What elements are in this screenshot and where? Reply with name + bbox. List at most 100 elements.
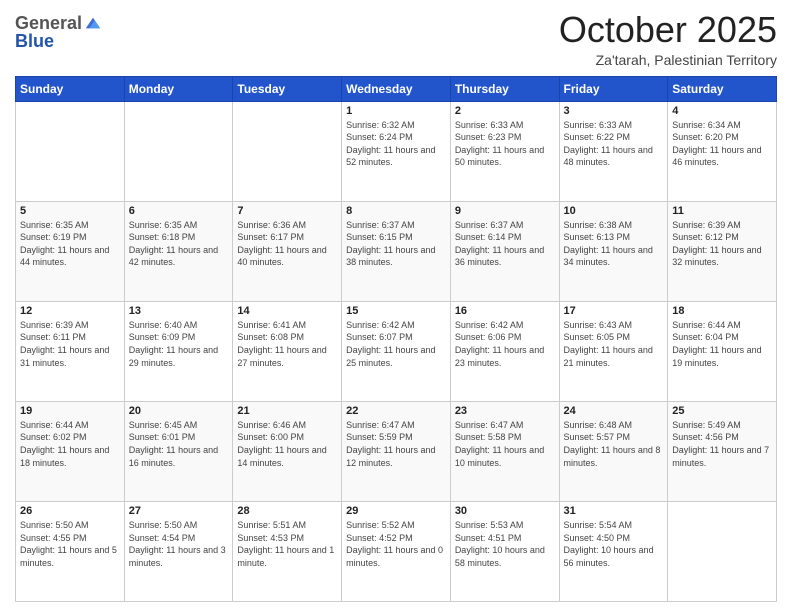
day-info: Sunrise: 6:47 AM Sunset: 5:58 PM Dayligh…: [455, 419, 555, 469]
day-number: 21: [237, 405, 337, 417]
calendar-week-row: 12Sunrise: 6:39 AM Sunset: 6:11 PM Dayli…: [16, 301, 777, 401]
day-info: Sunrise: 6:46 AM Sunset: 6:00 PM Dayligh…: [237, 419, 337, 469]
calendar-cell: [16, 101, 125, 201]
day-number: 20: [129, 405, 229, 417]
calendar-cell: 18Sunrise: 6:44 AM Sunset: 6:04 PM Dayli…: [668, 301, 777, 401]
calendar-cell: 15 Sunrise: 6:42 AM Sunset: 6:07 PM Dayli…: [342, 301, 451, 401]
day-number: 28: [237, 505, 337, 517]
calendar-cell: 13 Sunrise: 6:40 AM Sunset: 6:09 PM Dayli…: [124, 301, 233, 401]
day-info: Sunrise: 6:37 AM Sunset: 6:14 PM Dayligh…: [455, 219, 555, 269]
calendar-cell: 17 Sunrise: 6:43 AM Sunset: 6:05 PM Dayli…: [559, 301, 668, 401]
day-info: Sunrise: 6:40 AM Sunset: 6:09 PM Dayligh…: [129, 319, 229, 369]
day-number: 15: [346, 305, 446, 317]
day-info: Sunrise: 6:42 AM Sunset: 6:07 PM Dayligh…: [346, 319, 446, 369]
calendar-cell: 5Sunrise: 6:35 AM Sunset: 6:19 PM Daylig…: [16, 201, 125, 301]
calendar-cell: [668, 501, 777, 601]
calendar-cell: 12Sunrise: 6:39 AM Sunset: 6:11 PM Dayli…: [16, 301, 125, 401]
calendar-day-header: Thursday: [450, 76, 559, 101]
logo-general: General: [15, 14, 82, 32]
calendar-cell: [124, 101, 233, 201]
day-info: Sunrise: 6:39 AM Sunset: 6:12 PM Dayligh…: [672, 219, 772, 269]
day-number: 26: [20, 505, 120, 517]
day-info: Sunrise: 6:33 AM Sunset: 6:23 PM Dayligh…: [455, 119, 555, 169]
calendar-cell: 31 Sunrise: 5:54 AM Sunset: 4:50 PM Dayli…: [559, 501, 668, 601]
day-number: 12: [20, 305, 120, 317]
day-info: Sunrise: 6:38 AM Sunset: 6:13 PM Dayligh…: [564, 219, 664, 269]
day-number: 23: [455, 405, 555, 417]
calendar-week-row: 5Sunrise: 6:35 AM Sunset: 6:19 PM Daylig…: [16, 201, 777, 301]
calendar-cell: 4Sunrise: 6:34 AM Sunset: 6:20 PM Daylig…: [668, 101, 777, 201]
day-number: 9: [455, 205, 555, 217]
day-info: Sunrise: 5:54 AM Sunset: 4:50 PM Dayligh…: [564, 519, 664, 569]
day-number: 7: [237, 205, 337, 217]
calendar-cell: 20 Sunrise: 6:45 AM Sunset: 6:01 PM Dayli…: [124, 401, 233, 501]
header: General Blue October 2025 Za'tarah, Pale…: [15, 10, 777, 68]
logo-blue: Blue: [15, 31, 54, 51]
calendar-cell: 30 Sunrise: 5:53 AM Sunset: 4:51 PM Dayli…: [450, 501, 559, 601]
calendar-table: SundayMondayTuesdayWednesdayThursdayFrid…: [15, 76, 777, 602]
calendar-day-header: Saturday: [668, 76, 777, 101]
day-info: Sunrise: 6:35 AM Sunset: 6:18 PM Dayligh…: [129, 219, 229, 269]
calendar-cell: 28 Sunrise: 5:51 AM Sunset: 4:53 PM Dayli…: [233, 501, 342, 601]
day-number: 11: [672, 205, 772, 217]
logo: General Blue: [15, 14, 102, 52]
calendar-cell: 9 Sunrise: 6:37 AM Sunset: 6:14 PM Daylig…: [450, 201, 559, 301]
day-number: 17: [564, 305, 664, 317]
day-info: Sunrise: 6:41 AM Sunset: 6:08 PM Dayligh…: [237, 319, 337, 369]
calendar-cell: 6 Sunrise: 6:35 AM Sunset: 6:18 PM Daylig…: [124, 201, 233, 301]
day-number: 8: [346, 205, 446, 217]
day-info: Sunrise: 5:53 AM Sunset: 4:51 PM Dayligh…: [455, 519, 555, 569]
calendar-day-header: Sunday: [16, 76, 125, 101]
calendar-cell: 19Sunrise: 6:44 AM Sunset: 6:02 PM Dayli…: [16, 401, 125, 501]
calendar-day-header: Monday: [124, 76, 233, 101]
day-number: 13: [129, 305, 229, 317]
calendar-day-header: Wednesday: [342, 76, 451, 101]
day-number: 2: [455, 105, 555, 117]
day-info: Sunrise: 6:45 AM Sunset: 6:01 PM Dayligh…: [129, 419, 229, 469]
calendar-cell: 24 Sunrise: 6:48 AM Sunset: 5:57 PM Dayli…: [559, 401, 668, 501]
day-info: Sunrise: 5:50 AM Sunset: 4:54 PM Dayligh…: [129, 519, 229, 569]
calendar-cell: 8Sunrise: 6:37 AM Sunset: 6:15 PM Daylig…: [342, 201, 451, 301]
day-info: Sunrise: 6:42 AM Sunset: 6:06 PM Dayligh…: [455, 319, 555, 369]
calendar-cell: 3 Sunrise: 6:33 AM Sunset: 6:22 PM Daylig…: [559, 101, 668, 201]
day-number: 25: [672, 405, 772, 417]
day-info: Sunrise: 6:36 AM Sunset: 6:17 PM Dayligh…: [237, 219, 337, 269]
day-number: 1: [346, 105, 446, 117]
day-info: Sunrise: 5:49 AM Sunset: 4:56 PM Dayligh…: [672, 419, 772, 469]
calendar-cell: 7 Sunrise: 6:36 AM Sunset: 6:17 PM Daylig…: [233, 201, 342, 301]
calendar-cell: 22Sunrise: 6:47 AM Sunset: 5:59 PM Dayli…: [342, 401, 451, 501]
calendar-cell: 10 Sunrise: 6:38 AM Sunset: 6:13 PM Dayli…: [559, 201, 668, 301]
day-info: Sunrise: 5:51 AM Sunset: 4:53 PM Dayligh…: [237, 519, 337, 569]
day-number: 6: [129, 205, 229, 217]
day-number: 3: [564, 105, 664, 117]
calendar-week-row: 19Sunrise: 6:44 AM Sunset: 6:02 PM Dayli…: [16, 401, 777, 501]
day-info: Sunrise: 6:33 AM Sunset: 6:22 PM Dayligh…: [564, 119, 664, 169]
month-title: October 2025: [559, 10, 777, 50]
page: General Blue October 2025 Za'tarah, Pale…: [0, 0, 792, 612]
day-number: 24: [564, 405, 664, 417]
day-number: 29: [346, 505, 446, 517]
day-number: 16: [455, 305, 555, 317]
day-info: Sunrise: 6:34 AM Sunset: 6:20 PM Dayligh…: [672, 119, 772, 169]
calendar-cell: 27 Sunrise: 5:50 AM Sunset: 4:54 PM Dayli…: [124, 501, 233, 601]
calendar-cell: 16 Sunrise: 6:42 AM Sunset: 6:06 PM Dayli…: [450, 301, 559, 401]
day-number: 22: [346, 405, 446, 417]
day-info: Sunrise: 5:50 AM Sunset: 4:55 PM Dayligh…: [20, 519, 120, 569]
calendar-cell: 29 Sunrise: 5:52 AM Sunset: 4:52 PM Dayli…: [342, 501, 451, 601]
day-number: 31: [564, 505, 664, 517]
day-info: Sunrise: 6:35 AM Sunset: 6:19 PM Dayligh…: [20, 219, 120, 269]
day-info: Sunrise: 6:43 AM Sunset: 6:05 PM Dayligh…: [564, 319, 664, 369]
day-info: Sunrise: 6:48 AM Sunset: 5:57 PM Dayligh…: [564, 419, 664, 469]
day-number: 14: [237, 305, 337, 317]
day-number: 18: [672, 305, 772, 317]
calendar-day-header: Friday: [559, 76, 668, 101]
day-info: Sunrise: 5:52 AM Sunset: 4:52 PM Dayligh…: [346, 519, 446, 569]
day-number: 30: [455, 505, 555, 517]
day-info: Sunrise: 6:44 AM Sunset: 6:02 PM Dayligh…: [20, 419, 120, 469]
location-title: Za'tarah, Palestinian Territory: [559, 52, 777, 68]
day-number: 10: [564, 205, 664, 217]
calendar-cell: 11 Sunrise: 6:39 AM Sunset: 6:12 PM Dayli…: [668, 201, 777, 301]
calendar-week-row: 1Sunrise: 6:32 AM Sunset: 6:24 PM Daylig…: [16, 101, 777, 201]
calendar-cell: 14 Sunrise: 6:41 AM Sunset: 6:08 PM Dayli…: [233, 301, 342, 401]
day-number: 27: [129, 505, 229, 517]
